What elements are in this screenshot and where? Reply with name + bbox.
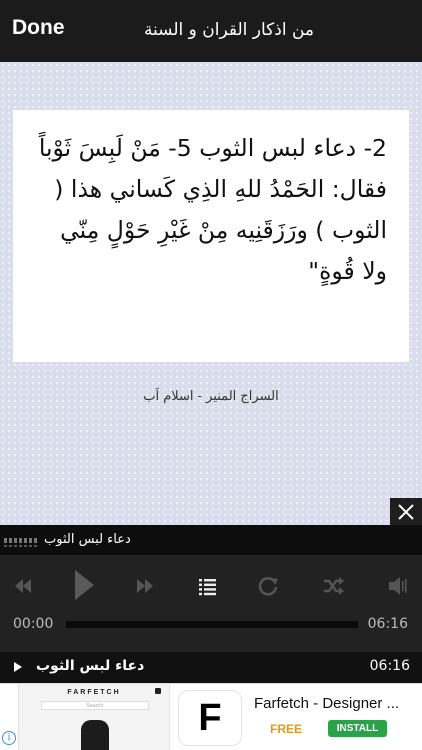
ad-price: FREE xyxy=(270,722,303,736)
top-bar: Done من اذكار القران و السنة xyxy=(0,0,422,62)
now-playing-duration: 06:16 xyxy=(369,658,410,674)
player-controls xyxy=(0,565,422,609)
model-image xyxy=(81,720,109,750)
content-area: 2- دعاء لبس الثوب 5- مَنْ لَبِسَ ثَوْباً… xyxy=(0,62,422,525)
dua-text: 2- دعاء لبس الثوب 5- مَنْ لَبِسَ ثَوْباً… xyxy=(38,134,387,285)
ad-banner[interactable]: i FARFETCH Search F Farfetch - Designer … xyxy=(0,683,422,750)
repeat-button[interactable] xyxy=(253,571,283,601)
now-playing-row[interactable]: دعاء لبس الثوب 06:16 xyxy=(0,652,422,683)
track-title: دعاء لبس الثوب xyxy=(44,532,131,547)
time-row: 00:00 06:16 xyxy=(0,611,422,635)
audio-player: دعاء لبس الثوب 00:00 06:16 دعاء لبس الثو… xyxy=(0,525,422,683)
close-icon xyxy=(398,504,414,520)
farfetch-logo: F xyxy=(178,690,242,746)
done-button[interactable]: Done xyxy=(12,16,65,40)
now-playing-title: دعاء لبس الثوب xyxy=(36,658,145,674)
total-time: 06:16 xyxy=(367,616,408,632)
ad-screenshot: FARFETCH Search xyxy=(18,684,170,750)
install-button[interactable]: INSTALL xyxy=(328,720,387,737)
previous-button[interactable] xyxy=(8,571,38,601)
ad-app-name: Farfetch - Designer ... xyxy=(254,695,400,712)
ad-search-field: Search xyxy=(41,701,149,710)
close-player-button[interactable] xyxy=(390,498,422,525)
shuffle-icon xyxy=(324,577,344,595)
repeat-icon xyxy=(258,577,278,596)
progress-bar[interactable] xyxy=(66,621,358,628)
shuffle-button[interactable] xyxy=(318,571,348,601)
playlist-icon xyxy=(199,579,216,596)
next-icon xyxy=(137,579,153,593)
ad-info-icon[interactable]: i xyxy=(2,731,16,745)
volume-button[interactable] xyxy=(383,571,413,601)
play-icon xyxy=(75,570,94,600)
equalizer-icon xyxy=(4,538,38,547)
playlist-button[interactable] xyxy=(192,571,222,601)
ad-brand-text: FARFETCH xyxy=(67,689,121,696)
current-time: 00:00 xyxy=(13,616,54,632)
bag-icon xyxy=(155,688,161,694)
previous-icon xyxy=(15,579,31,593)
play-button[interactable] xyxy=(66,565,100,605)
credit-text: السراج المنير - اسلام اَب xyxy=(143,389,279,404)
page-title: من اذكار القران و السنة xyxy=(143,20,314,40)
volume-icon xyxy=(389,577,407,595)
dua-card: 2- دعاء لبس الثوب 5- مَنْ لَبِسَ ثَوْباً… xyxy=(13,110,409,362)
play-small-icon[interactable] xyxy=(14,662,22,672)
track-header: دعاء لبس الثوب xyxy=(0,525,422,555)
next-button[interactable] xyxy=(130,571,160,601)
